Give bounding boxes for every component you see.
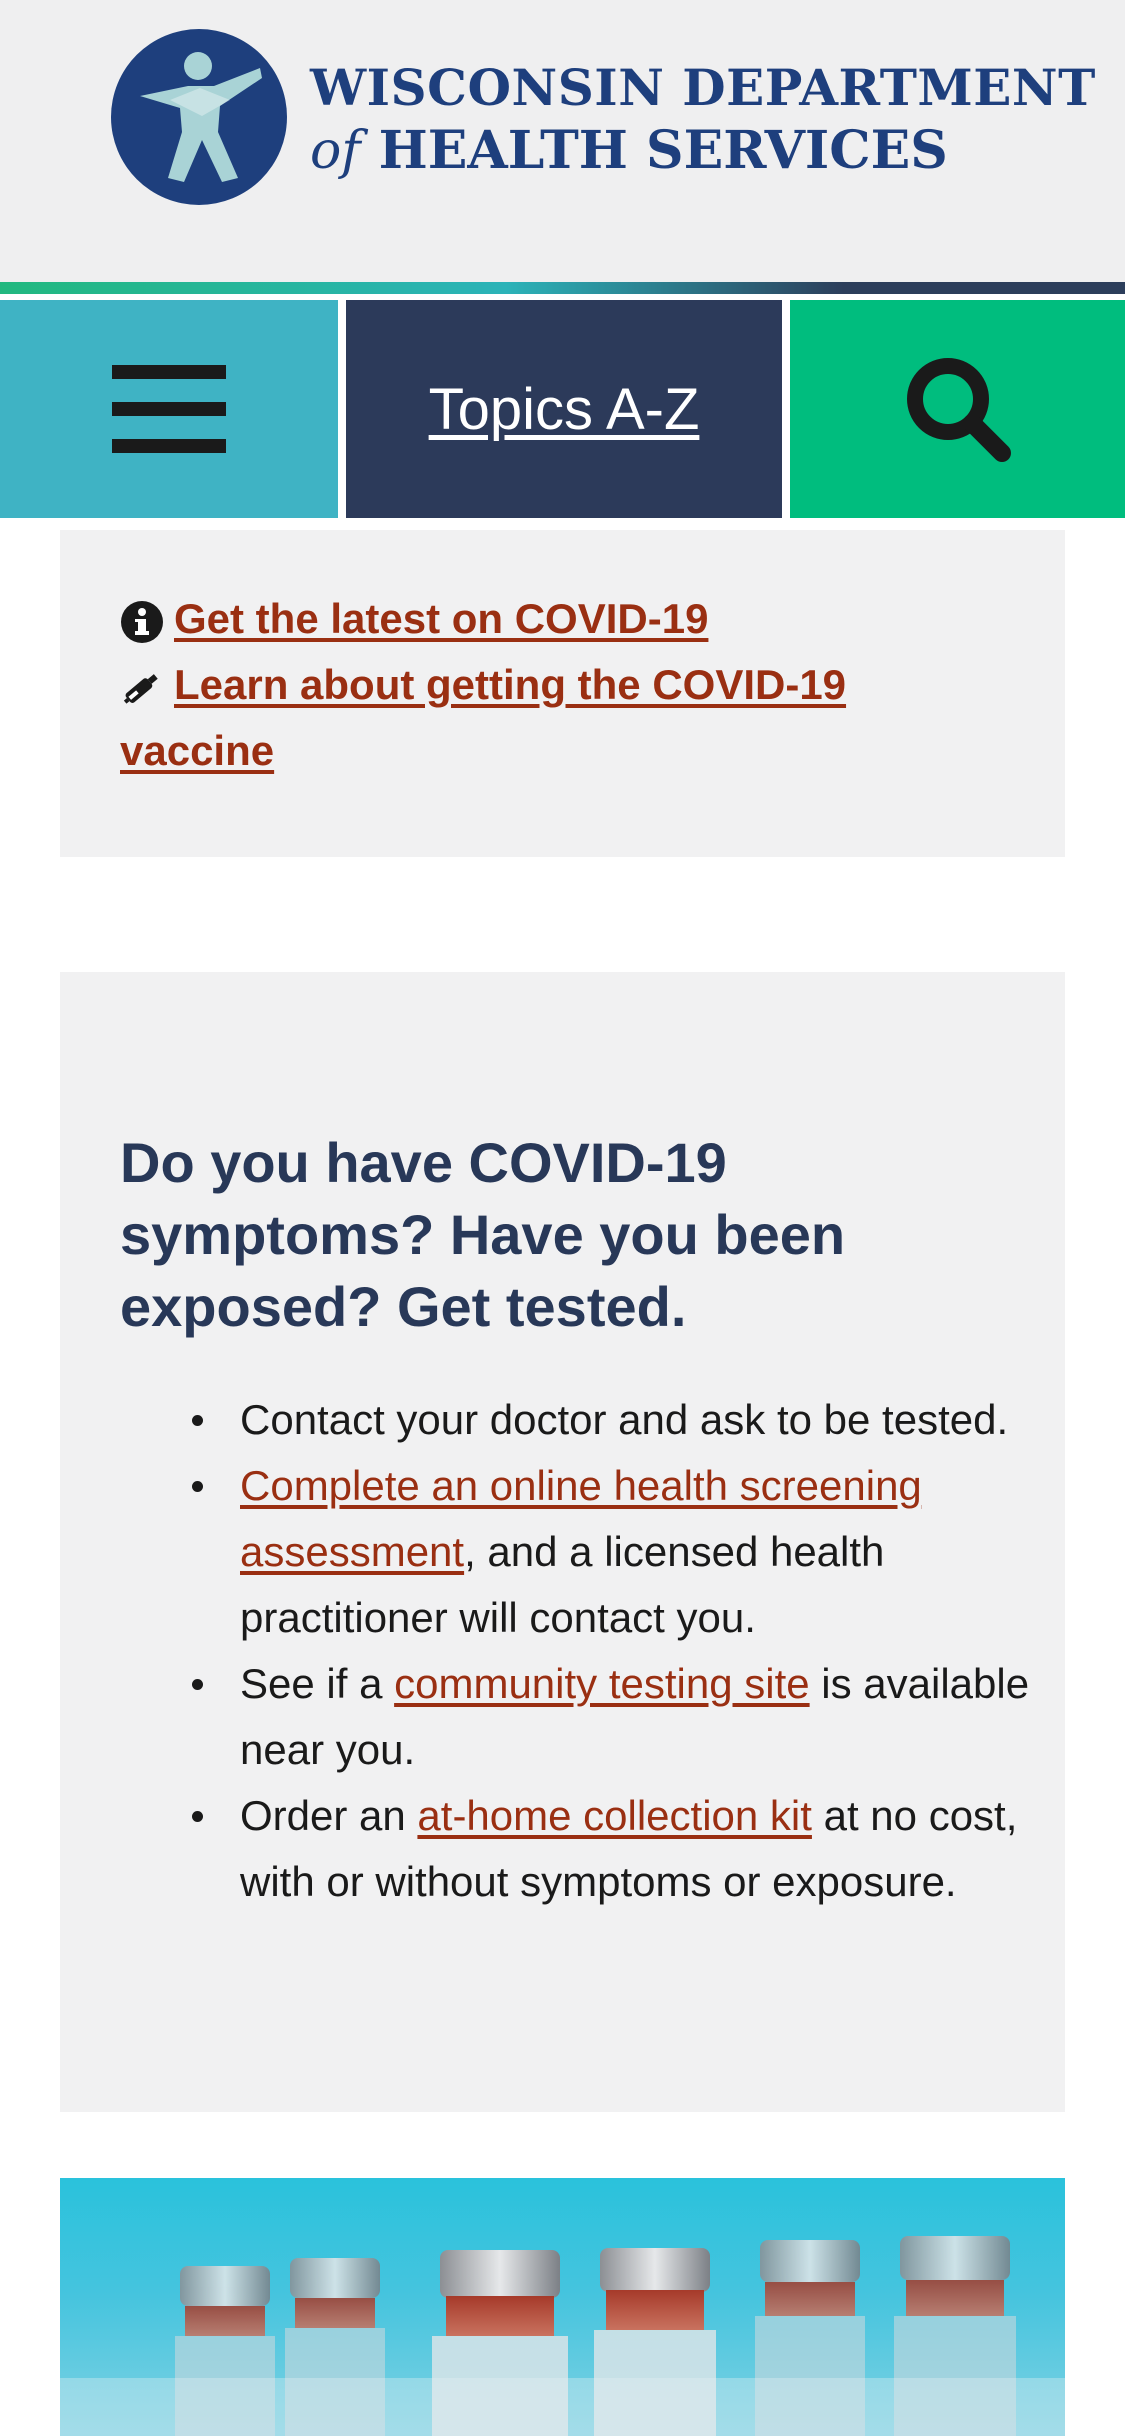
- list-item: Complete an online health screening asse…: [192, 1453, 1040, 1651]
- menu-button[interactable]: [0, 300, 338, 518]
- vaccine-info-link[interactable]: Learn about getting the COVID-19 vaccine: [120, 661, 846, 774]
- list-item-text: Order an: [240, 1792, 418, 1839]
- covid-latest-link[interactable]: Get the latest on COVID-19: [174, 595, 708, 642]
- community-testing-site-link[interactable]: community testing site: [394, 1660, 810, 1707]
- vaccine-vials-illustration: [60, 2236, 1065, 2436]
- dhs-logo[interactable]: WISCONSIN DEPARTMENT of HEALTH SERVICES: [110, 28, 1095, 208]
- logo-text-line1: WISCONSIN DEPARTMENT: [310, 58, 1096, 117]
- list-item-text: See if a: [240, 1660, 395, 1707]
- logo-text-of: of: [310, 121, 361, 181]
- search-button[interactable]: [790, 300, 1125, 518]
- logo-text-line2: of HEALTH SERVICES: [310, 120, 948, 181]
- list-item: Order an at-home collection kit at no co…: [192, 1783, 1040, 1915]
- site-header: WISCONSIN DEPARTMENT of HEALTH SERVICES: [0, 0, 1125, 282]
- hamburger-menu-icon: [112, 365, 226, 453]
- covid-alert-panel: Get the latest on COVID-19 Learn about g…: [60, 530, 1065, 857]
- list-item: See if a community testing site is avail…: [192, 1651, 1040, 1783]
- testing-options-list: Contact your doctor and ask to be tested…: [192, 1387, 1040, 1915]
- header-divider-stripe: [0, 282, 1125, 294]
- alert-item-latest: Get the latest on COVID-19: [120, 586, 708, 652]
- syringe-icon: [123, 674, 158, 704]
- alert-item-vaccine: Learn about getting the COVID-19 vaccine: [120, 652, 1000, 784]
- main-nav-bar: Topics A-Z: [0, 294, 1125, 524]
- covid-testing-heading: Do you have COVID-19 symptoms? Have you …: [120, 1131, 846, 1338]
- search-icon: [906, 358, 1011, 462]
- topics-a-z-label: Topics A-Z: [428, 376, 700, 442]
- logo-text-health-services: HEALTH SERVICES: [360, 120, 948, 181]
- list-item-text: Contact your doctor and ask to be tested…: [240, 1396, 1009, 1443]
- info-circle-icon: [121, 600, 163, 643]
- covid-testing-panel: Do you have COVID-19 symptoms? Have you …: [60, 972, 1065, 2112]
- at-home-kit-link[interactable]: at-home collection kit: [417, 1792, 812, 1839]
- person-figure-emblem-icon: [111, 29, 287, 205]
- list-item: Contact your doctor and ask to be tested…: [192, 1387, 1040, 1453]
- topics-a-z-button[interactable]: Topics A-Z: [346, 300, 782, 518]
- vaccine-vials-image: [60, 2178, 1065, 2436]
